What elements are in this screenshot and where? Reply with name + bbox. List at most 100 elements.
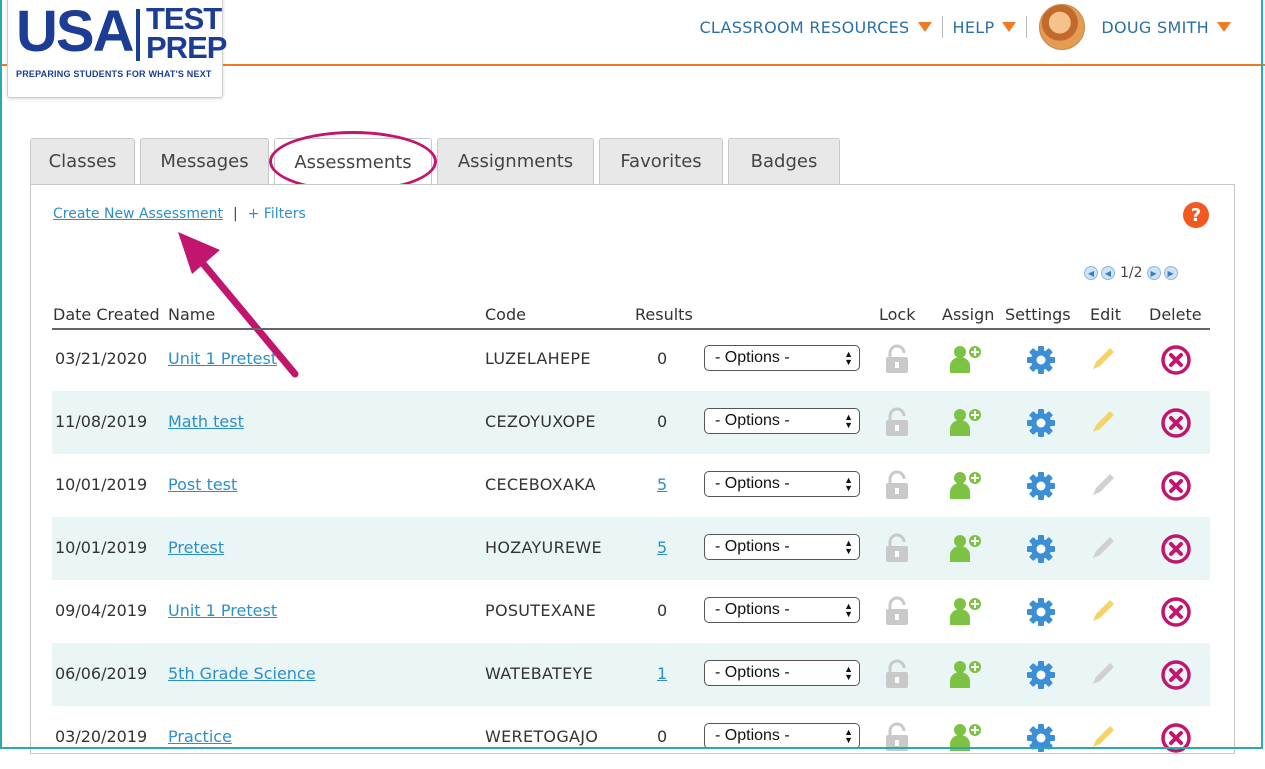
col-settings: Settings	[1005, 305, 1071, 324]
edit-pencil-icon[interactable]	[1088, 407, 1118, 441]
results-count: 0	[657, 601, 668, 620]
tab-label: Classes	[48, 151, 117, 172]
gear-icon[interactable]	[1025, 596, 1057, 632]
gear-icon[interactable]	[1025, 407, 1057, 443]
edit-pencil-icon	[1088, 533, 1118, 567]
chevron-down-icon	[917, 22, 932, 32]
tab-assignments[interactable]: Assignments	[437, 138, 594, 184]
tab-label: Assignments	[457, 151, 574, 172]
results-count[interactable]: 5	[657, 538, 667, 557]
tab-classes[interactable]: Classes	[30, 138, 135, 184]
gear-icon[interactable]	[1025, 533, 1057, 569]
options-select-value: - Options -	[715, 412, 790, 429]
options-select[interactable]: - Options - ▲ ▼	[704, 345, 860, 371]
tab-messages[interactable]: Messages	[140, 138, 269, 184]
lock-icon[interactable]	[884, 659, 910, 693]
date-created: 03/20/2019	[55, 727, 148, 746]
assessment-name-link[interactable]: Math test	[168, 412, 244, 431]
results-count[interactable]: 1	[657, 664, 667, 683]
assessment-name-link[interactable]: Practice	[168, 727, 232, 746]
delete-icon[interactable]	[1160, 533, 1192, 569]
delete-icon[interactable]	[1160, 596, 1192, 632]
classroom-resources-menu[interactable]: CLASSROOM RESOURCES	[699, 17, 932, 37]
delete-icon[interactable]	[1160, 722, 1192, 758]
assign-user-icon[interactable]	[948, 596, 984, 630]
assessment-name-link[interactable]: Post test	[168, 475, 237, 494]
classroom-resources-label: CLASSROOM RESOURCES	[699, 17, 910, 37]
assessment-name-link[interactable]: 5th Grade Science	[168, 664, 316, 683]
date-created: 09/04/2019	[55, 601, 148, 620]
tab-assessments[interactable]: Assessments	[269, 131, 437, 192]
gear-icon[interactable]	[1025, 659, 1057, 695]
gear-icon[interactable]	[1025, 722, 1057, 758]
delete-icon[interactable]	[1160, 470, 1192, 506]
date-created: 10/01/2019	[55, 475, 148, 494]
tab-favorites[interactable]: Favorites	[599, 138, 723, 184]
delete-icon[interactable]	[1160, 344, 1192, 380]
date-created: 03/21/2020	[55, 349, 148, 368]
options-select[interactable]: - Options - ▲ ▼	[704, 534, 860, 560]
table-row: 09/04/2019 Unit 1 Pretest POSUTEXANE 0 - Opt…	[52, 580, 1210, 643]
lock-icon[interactable]	[884, 596, 910, 630]
lock-icon[interactable]	[884, 344, 910, 378]
assign-user-icon[interactable]	[948, 659, 984, 693]
assessment-name-link[interactable]: Pretest	[168, 538, 224, 557]
create-new-assessment-link[interactable]: Create New Assessment	[53, 206, 223, 222]
gear-icon[interactable]	[1025, 470, 1057, 506]
edit-pencil-icon[interactable]	[1088, 596, 1118, 630]
header: USA TEST PREP PREPARING STUDENTS FOR WHA…	[0, 0, 1265, 98]
options-select[interactable]: - Options - ▲ ▼	[704, 471, 860, 497]
delete-icon[interactable]	[1160, 407, 1192, 443]
col-date-created[interactable]: Date Created	[53, 305, 160, 324]
options-select-value: - Options -	[715, 538, 790, 555]
col-name[interactable]: Name	[168, 305, 215, 324]
assign-user-icon[interactable]	[948, 407, 984, 441]
tab-label: Favorites	[620, 151, 702, 172]
col-code[interactable]: Code	[485, 305, 526, 324]
col-edit: Edit	[1090, 305, 1121, 324]
options-select-value: - Options -	[715, 475, 790, 492]
table-row: 03/20/2019 Practice WERETOGAJO 0 - Options -…	[52, 706, 1210, 769]
help-menu[interactable]: HELP	[953, 18, 1017, 37]
edit-pencil-icon	[1088, 659, 1118, 693]
user-name: DOUG SMITH	[1101, 17, 1209, 37]
assessment-name-link[interactable]: Unit 1 Pretest	[168, 349, 277, 368]
assign-user-icon[interactable]	[948, 344, 984, 378]
highlight-circle	[269, 131, 437, 192]
toolbar-separator: |	[232, 206, 238, 222]
results-count[interactable]: 5	[657, 475, 667, 494]
options-select[interactable]: - Options - ▲ ▼	[704, 660, 860, 686]
usatestprep-logo[interactable]: USA TEST PREP PREPARING STUDENTS FOR WHA…	[7, 0, 227, 98]
tab-badges[interactable]: Badges	[728, 138, 840, 184]
prev-page-icon[interactable]: ◀	[1101, 266, 1115, 280]
last-page-icon[interactable]: ▶	[1163, 266, 1178, 280]
lock-icon[interactable]	[884, 470, 910, 504]
lock-icon[interactable]	[884, 533, 910, 567]
options-select[interactable]: - Options - ▲ ▼	[704, 597, 860, 623]
options-select[interactable]: - Options - ▲ ▼	[704, 723, 860, 749]
filters-link[interactable]: + Filters	[248, 206, 306, 222]
select-arrows-icon: ▲ ▼	[844, 727, 853, 745]
first-page-icon[interactable]: ◀	[1084, 266, 1098, 280]
delete-icon[interactable]	[1160, 659, 1192, 695]
assign-user-icon[interactable]	[948, 470, 984, 504]
lock-icon[interactable]	[884, 407, 910, 441]
assessment-code: CECEBOXAKA	[485, 475, 596, 494]
user-menu[interactable]: DOUG SMITH	[1101, 18, 1231, 37]
gear-icon[interactable]	[1025, 344, 1057, 380]
select-arrows-icon: ▲ ▼	[844, 412, 853, 430]
avatar[interactable]	[1039, 4, 1086, 50]
select-arrows-icon: ▲ ▼	[844, 664, 853, 682]
table-row: 11/08/2019 Math test CEZOYUXOPE 0 - Options …	[52, 391, 1210, 454]
options-select-value: - Options -	[715, 601, 790, 618]
next-page-icon[interactable]: ▶	[1146, 266, 1161, 280]
help-icon[interactable]: ?	[1183, 202, 1209, 228]
assign-user-icon[interactable]	[948, 533, 984, 567]
top-nav: CLASSROOM RESOURCES HELP DOUG SMITH	[699, 4, 1231, 50]
date-created: 11/08/2019	[55, 412, 148, 431]
options-select[interactable]: - Options - ▲ ▼	[704, 408, 860, 434]
assessment-name-link[interactable]: Unit 1 Pretest	[168, 601, 277, 620]
col-results[interactable]: Results	[635, 305, 693, 324]
edit-pencil-icon[interactable]	[1088, 344, 1118, 378]
assessment-code: CEZOYUXOPE	[485, 412, 596, 431]
